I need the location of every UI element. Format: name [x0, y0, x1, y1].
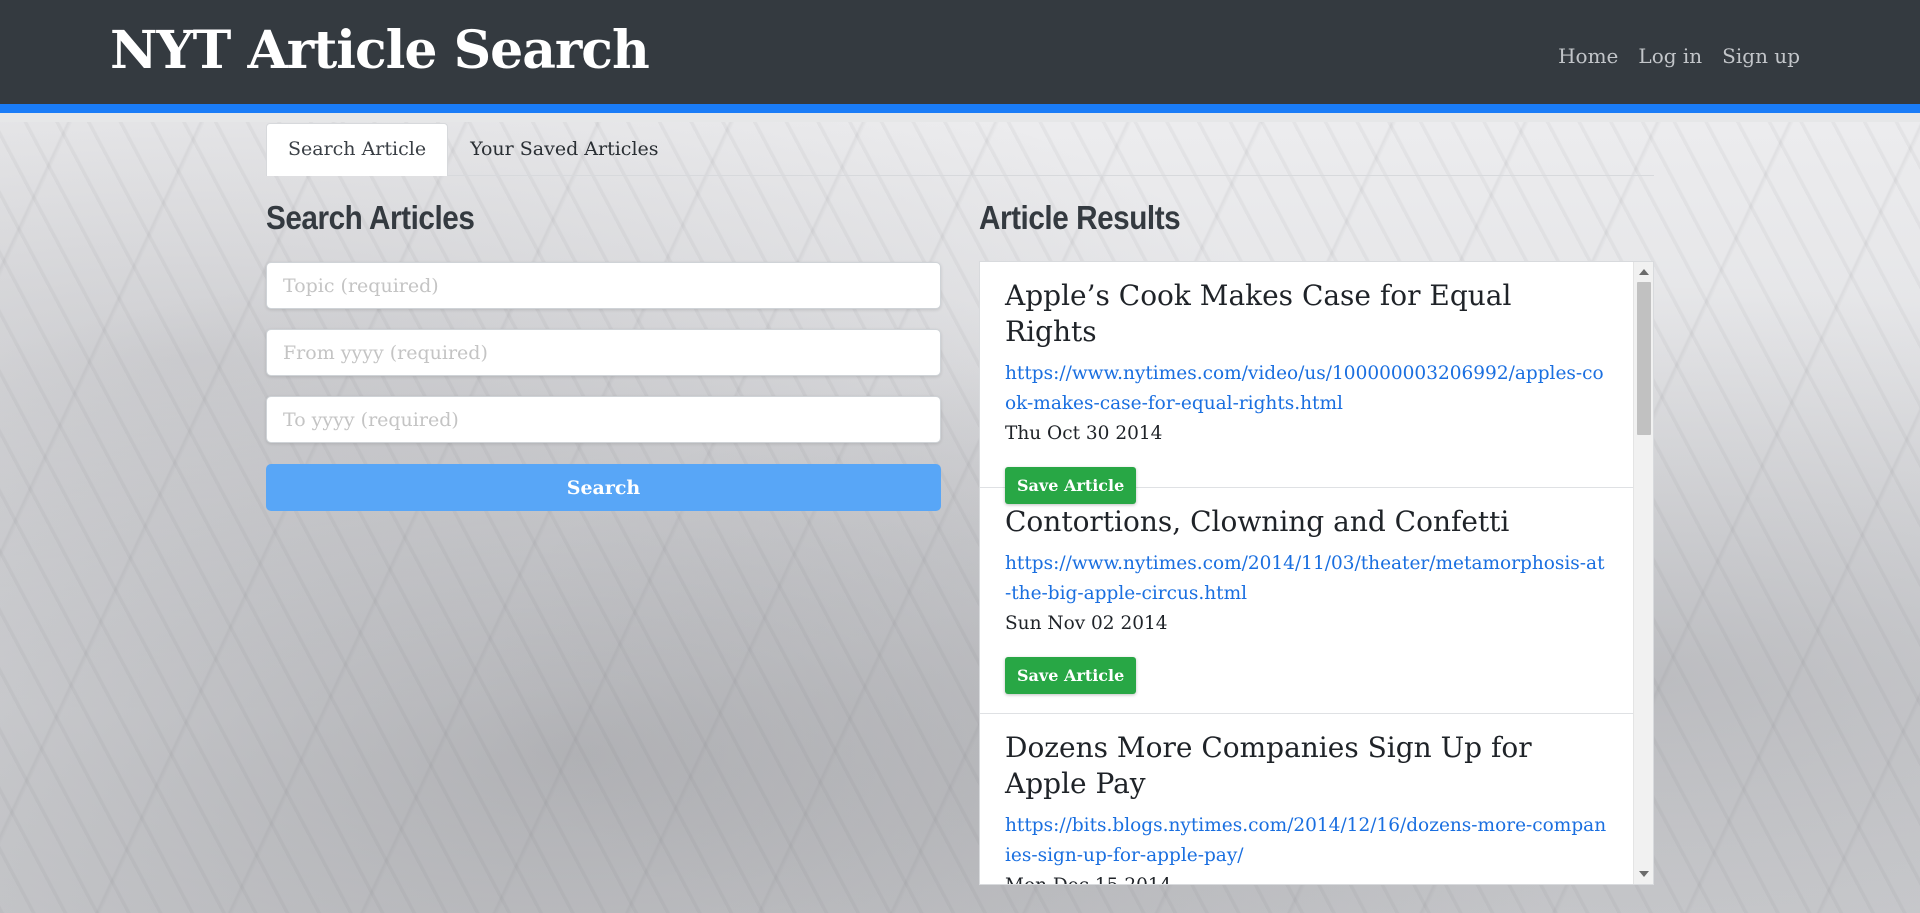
article-link[interactable]: https://www.nytimes.com/2014/11/03/theat… — [1005, 549, 1609, 609]
search-title: Search Articles — [266, 199, 475, 236]
article-date: Sun Nov 02 2014 — [1005, 613, 1168, 634]
article-title: Contortions, Clowning and Confetti — [1005, 505, 1510, 538]
results-scrollbar[interactable] — [1633, 262, 1653, 884]
article-date: Mon Dec 15 2014 — [1005, 871, 1609, 884]
tab-bar: Search Article Your Saved Articles — [266, 123, 1654, 176]
navbar: NYT Article Search Home Log in Sign up — [0, 0, 1920, 113]
results-list[interactable]: Apple’s Cook Makes Case for Equal Rights… — [979, 261, 1654, 885]
nav-login-link[interactable]: Log in — [1638, 44, 1702, 68]
topic-input[interactable] — [266, 262, 941, 309]
brand-title[interactable]: NYT Article Search — [110, 20, 650, 81]
article-link[interactable]: https://bits.blogs.nytimes.com/2014/12/1… — [1005, 811, 1609, 871]
nav-signup-link[interactable]: Sign up — [1722, 44, 1800, 68]
article-item: Apple’s Cook Makes Case for Equal Rights… — [980, 262, 1634, 504]
save-article-button[interactable]: Save Article — [1005, 467, 1137, 504]
article-item: Contortions, Clowning and Confetti https… — [980, 488, 1634, 714]
from-year-input[interactable] — [266, 329, 941, 376]
nav-links: Home Log in Sign up — [1558, 44, 1800, 68]
article-date: Thu Oct 30 2014 — [1005, 423, 1163, 444]
scroll-up-arrow-icon[interactable] — [1639, 269, 1649, 275]
to-year-input[interactable] — [266, 396, 941, 443]
results-panel: Article Results Apple’s Cook Makes Case … — [979, 199, 1654, 885]
search-panel: Search Articles Search — [266, 199, 941, 511]
article-item: Dozens More Companies Sign Up for Apple … — [980, 714, 1634, 884]
scroll-down-arrow-icon[interactable] — [1639, 871, 1649, 877]
tab-search-article[interactable]: Search Article — [266, 123, 449, 176]
main-container: Search Article Your Saved Articles Searc… — [266, 123, 1654, 885]
article-title: Dozens More Companies Sign Up for Apple … — [1005, 731, 1532, 800]
tab-saved-articles[interactable]: Your Saved Articles — [448, 123, 680, 175]
search-button[interactable]: Search — [266, 464, 941, 511]
scroll-thumb[interactable] — [1637, 282, 1651, 435]
article-title: Apple’s Cook Makes Case for Equal Rights — [1005, 279, 1512, 348]
save-article-button[interactable]: Save Article — [1005, 657, 1137, 694]
results-title: Article Results — [979, 199, 1181, 236]
nav-home-link[interactable]: Home — [1558, 44, 1618, 68]
article-link[interactable]: https://www.nytimes.com/video/us/1000000… — [1005, 359, 1609, 419]
